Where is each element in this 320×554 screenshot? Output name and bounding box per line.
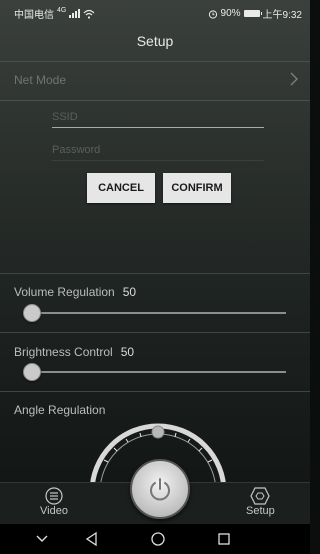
angle-label: Angle Regulation [14,403,106,417]
system-nav-bar [0,524,310,554]
nav-down-icon[interactable] [34,531,50,547]
brightness-slider-thumb[interactable] [23,363,41,381]
power-button[interactable] [130,459,190,519]
nav-back-icon[interactable] [84,531,100,547]
section-divider [0,391,310,392]
ssid-placeholder: SSID [52,111,78,123]
net-mode-row[interactable]: Net Mode [0,61,310,101]
ssid-underline [52,127,264,128]
network-type: 4G [57,7,67,14]
volume-value: 50 [122,285,137,299]
wifi-icon [83,9,95,19]
volume-label: Volume Regulation [14,285,115,299]
clock-time: 上午9:32 [262,10,302,21]
password-underline [52,160,264,161]
brightness-label: Brightness Control [14,345,113,359]
nav-home-icon[interactable] [150,531,166,547]
nav-recents-icon[interactable] [216,531,232,547]
volume-slider-track[interactable] [30,312,286,314]
page-title: Setup [136,33,174,49]
cancel-button[interactable]: CANCEL [87,173,155,203]
volume-label-row: Volume Regulation 50 [14,285,136,299]
section-divider [0,273,310,274]
nav-setup[interactable]: Setup [246,487,275,517]
brightness-label-row: Brightness Control 50 [14,345,134,359]
alarm-icon [208,9,217,19]
nav-video[interactable]: Video [40,487,68,517]
brightness-slider-track[interactable] [30,371,286,373]
section-divider [0,332,310,333]
confirm-button[interactable]: CONFIRM [163,173,231,203]
battery-percent: 90% [220,8,241,19]
nav-setup-label: Setup [246,505,275,517]
nav-video-label: Video [40,505,68,517]
carrier-text: 中国电信 [14,10,54,21]
power-icon [150,478,170,501]
signal-icon [69,9,81,18]
setup-screen: 中国电信 4G 90% 上午9:32 Setup Net Mode SSID P… [0,0,310,554]
net-mode-label: Net Mode [14,73,67,87]
brightness-value: 50 [120,345,135,359]
battery-icon [243,10,262,17]
password-placeholder: Password [52,144,101,156]
video-menu-icon [45,487,63,505]
chevron-right-icon [290,72,298,86]
volume-slider-thumb[interactable] [23,304,41,322]
setup-hexagon-icon [250,487,271,505]
status-bar: 中国电信 4G 90% 上午9:32 [0,0,310,22]
